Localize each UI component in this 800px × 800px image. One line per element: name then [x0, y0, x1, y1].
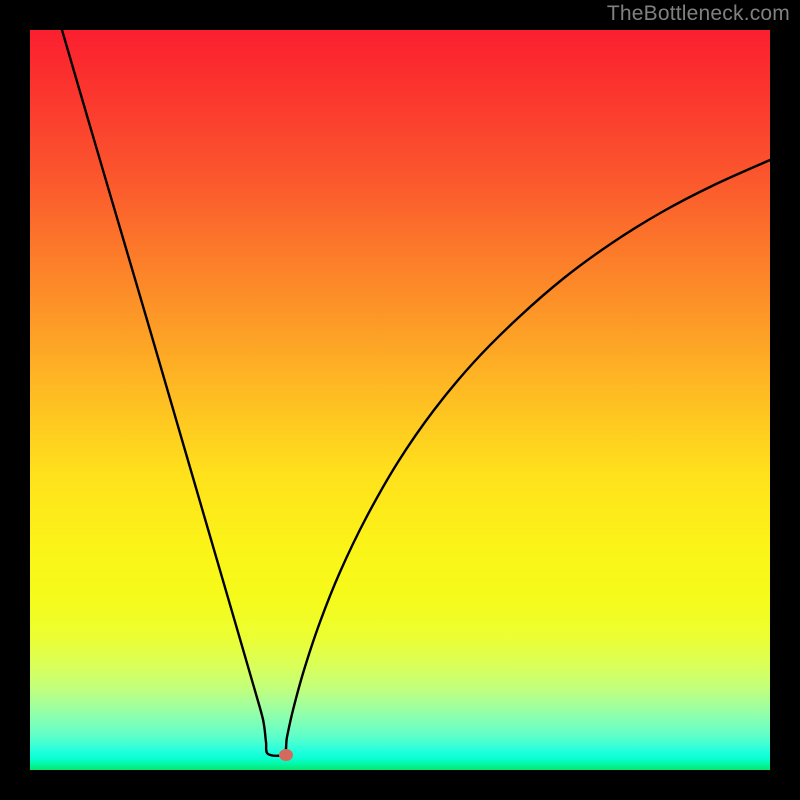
bottleneck-curve: [62, 30, 770, 756]
chart-svg: [30, 30, 770, 770]
plot-area: [30, 30, 770, 770]
chart-frame: TheBottleneck.com: [0, 0, 800, 800]
watermark-text: TheBottleneck.com: [607, 2, 790, 26]
vertex-dot: [279, 749, 293, 761]
